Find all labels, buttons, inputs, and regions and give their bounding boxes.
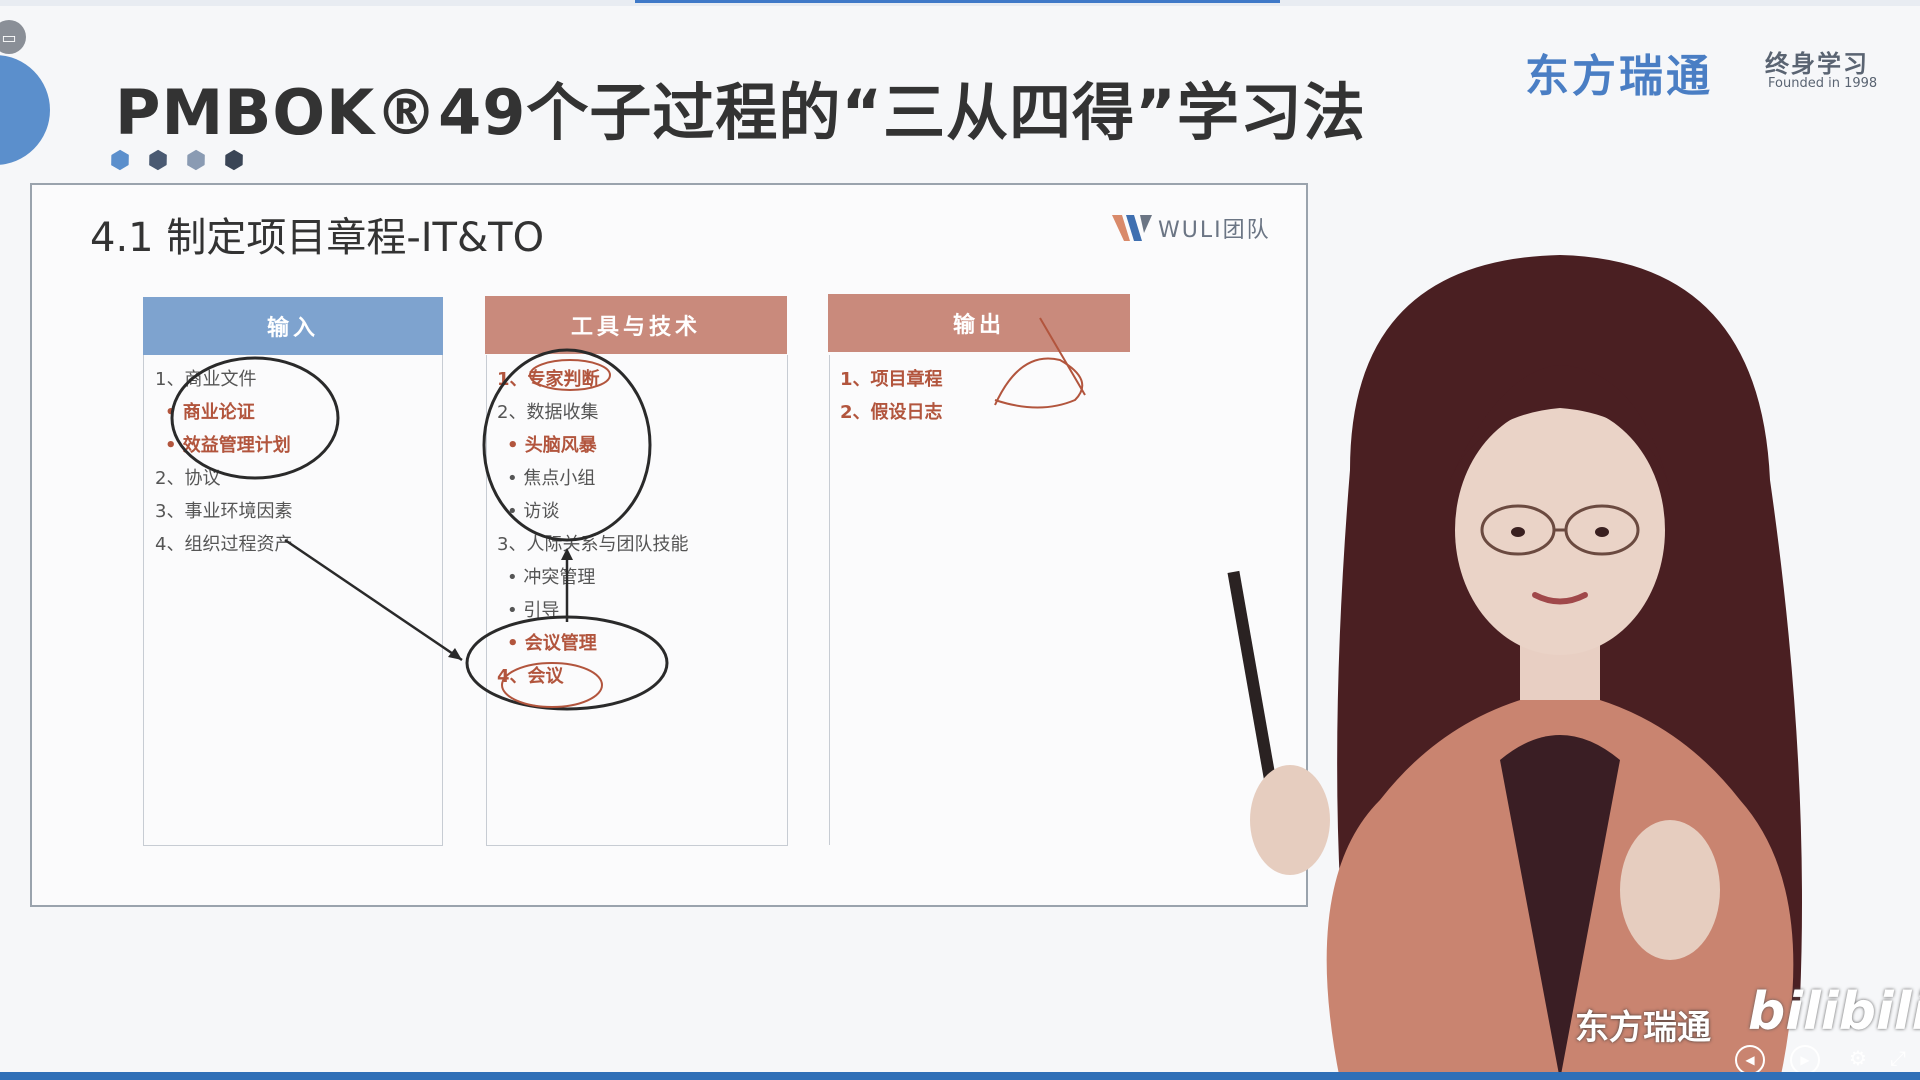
slide-title: PMBOK®49个子过程的“三从四得”学习法 [115,76,1366,149]
list-item: • 商业论证 [165,402,255,423]
decorative-dots [110,150,244,170]
progress-bar [635,0,1280,3]
decorative-circle [0,55,50,165]
presenter-image [1227,255,1802,1080]
list-item: • 访谈 [507,501,560,522]
top-progress-strip [0,0,1920,6]
section-heading: 4.1 制定项目章程-IT&TO [90,215,545,261]
brand-tagline: 终身学习 [1765,50,1869,78]
bilibili-watermark: bilibili [1748,982,1920,1042]
hexagon-icon [182,146,209,173]
list-item: • 焦点小组 [507,468,596,489]
list-item: • 会议管理 [507,633,597,654]
hexagon-icon [144,146,171,173]
output-column-frame [829,355,1130,845]
prev-icon[interactable]: ◀ [1735,1045,1765,1075]
list-item: 3、事业环境因素 [155,501,293,522]
tools-column-header: 工具与技术 [485,296,787,354]
list-item: • 引导 [507,600,560,621]
settings-icon[interactable]: ⚙ [1845,1045,1871,1071]
output-column-header: 输出 [828,294,1130,352]
brand-founded: Founded in 1998 [1768,76,1878,91]
watermark-text: 东方瑞通 [1575,1008,1711,1048]
bottom-strip [0,1072,1920,1080]
list-item: 1、商业文件 [155,369,257,390]
hexagon-icon [106,146,133,173]
brand-logo: 东方瑞通 [1525,51,1713,102]
list-item: 4、会议 [497,666,564,687]
fullscreen-icon[interactable]: ⤢ [1885,1045,1911,1071]
menu-icon[interactable]: ▭ [0,20,26,54]
list-item: • 效益管理计划 [165,435,291,456]
list-item: 4、组织过程资产 [155,534,293,555]
list-item: • 头脑风暴 [507,435,597,456]
hexagon-icon [220,146,247,173]
list-item: 1、项目章程 [840,369,943,390]
list-item: • 冲突管理 [507,567,596,588]
play-icon[interactable]: ▶ [1790,1045,1820,1075]
list-item: 1、专家判断 [497,369,600,390]
list-item: 2、数据收集 [497,402,599,423]
list-item: 2、假设日志 [840,402,943,423]
wuli-mark-icon [1112,215,1152,241]
list-item: 3、人际关系与团队技能 [497,534,689,555]
input-column-frame [143,355,443,846]
input-column-header: 输入 [143,297,443,355]
list-item: 2、协议 [155,468,221,489]
